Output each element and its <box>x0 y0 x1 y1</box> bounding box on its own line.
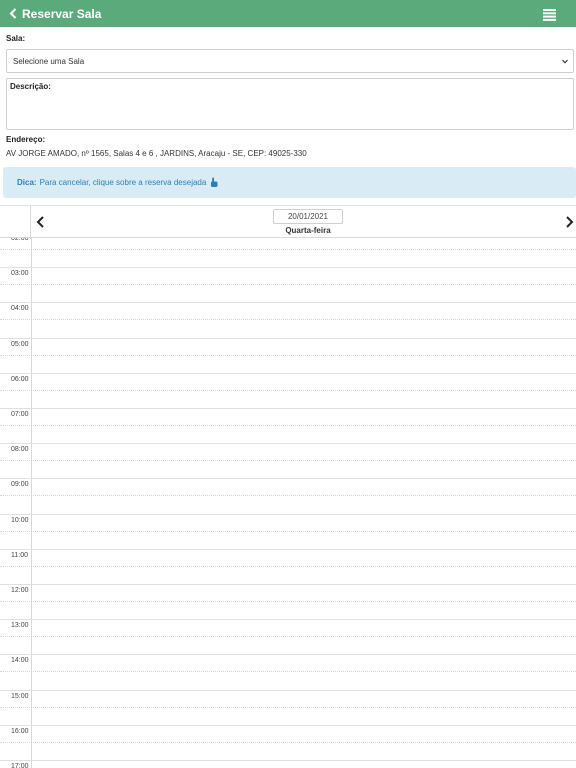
time-slot: 15:00 <box>0 689 576 725</box>
time-label: 11:00 <box>11 551 28 559</box>
time-slot-cell[interactable] <box>32 409 576 443</box>
time-slot-cell[interactable] <box>32 374 576 408</box>
time-label: 08:00 <box>11 446 29 454</box>
time-slot-cell[interactable] <box>32 761 576 768</box>
time-label: 16:00 <box>11 727 29 735</box>
time-slot: 12:00 <box>0 584 576 619</box>
time-slot: 02:00 <box>0 238 576 267</box>
time-slot-cell[interactable] <box>32 238 576 267</box>
time-slot: 06:00 <box>0 372 576 408</box>
time-slot-cell[interactable] <box>32 444 576 478</box>
page-title: Reservar Sala <box>22 6 102 21</box>
time-slot: 16:00 <box>0 724 576 760</box>
time-label: 14:00 <box>11 657 29 665</box>
time-slot-cell[interactable] <box>32 620 576 654</box>
time-slot-cell[interactable] <box>32 479 576 513</box>
menu-button[interactable] <box>543 8 556 21</box>
time-slot: 10:00 <box>0 513 576 549</box>
time-slot: 08:00 <box>0 443 576 478</box>
time-label: 05:00 <box>11 340 29 348</box>
chevron-left-icon <box>9 8 17 19</box>
back-button[interactable] <box>4 0 22 27</box>
time-slot: 13:00 <box>0 619 576 654</box>
time-label: 13:00 <box>11 622 29 630</box>
time-label: 17:00 <box>11 763 29 768</box>
next-day-button[interactable] <box>564 215 576 229</box>
time-label: 07:00 <box>11 411 29 418</box>
time-slot: 03:00 <box>0 267 576 302</box>
time-slot-cell[interactable] <box>32 550 576 584</box>
time-label: 02:00 <box>11 238 29 242</box>
time-slot: 07:00 <box>0 408 576 443</box>
time-slot-cell[interactable] <box>32 339 576 373</box>
sala-select[interactable]: Selecione uma Sala <box>6 49 574 73</box>
time-slot-cell[interactable] <box>32 268 576 302</box>
endereco-label: Endereço: <box>6 135 46 144</box>
pointing-hand-icon <box>211 177 218 187</box>
tip-banner: Dica: Para cancelar, clique sobre a rese… <box>3 167 576 198</box>
time-label: 15:00 <box>11 692 29 700</box>
date-input[interactable]: 20/01/2021 <box>273 209 343 224</box>
time-label: 10:00 <box>11 516 29 524</box>
time-slot: 17:00 <box>0 760 576 768</box>
date-navigation: 20/01/2021 Quarta-feira <box>0 205 576 239</box>
time-slot: 04:00 <box>0 302 576 337</box>
endereco-value: AV JORGE AMADO, nº 1565, Salas 4 e 6 , J… <box>6 149 307 158</box>
time-slot: 05:00 <box>0 337 576 373</box>
time-slot: 11:00 <box>0 548 576 584</box>
time-slot-cell[interactable] <box>32 303 576 337</box>
time-slot: 09:00 <box>0 478 576 513</box>
tip-text: Para cancelar, clique sobre a reserva de… <box>39 178 207 187</box>
time-label: 09:00 <box>11 481 29 489</box>
hamburger-menu-icon <box>543 9 556 21</box>
weekday-label: Quarta-feira <box>285 226 331 235</box>
descricao-field[interactable]: Descrição: <box>6 78 574 130</box>
time-slot-cell[interactable] <box>32 515 576 549</box>
tip-label: Dica: <box>17 178 37 187</box>
chevron-right-icon <box>566 216 574 228</box>
sala-select-value: Selecione uma Sala <box>13 56 85 66</box>
time-column-header <box>0 206 31 239</box>
time-label: 12:00 <box>11 587 29 594</box>
time-slot: 14:00 <box>0 654 576 689</box>
app-header: Reservar Sala <box>0 0 576 27</box>
descricao-label: Descrição: <box>10 82 51 91</box>
time-label: 03:00 <box>11 270 29 278</box>
chevron-left-icon <box>36 216 44 228</box>
previous-day-button[interactable] <box>35 215 47 229</box>
time-slot-cell[interactable] <box>32 655 576 689</box>
day-schedule-grid: 02:00 03:00 04:00 05:00 06:00 07:00 08:00 09:00… <box>0 238 576 768</box>
time-slot-cell[interactable] <box>32 726 576 760</box>
time-label: 06:00 <box>11 375 29 383</box>
time-slot-cell[interactable] <box>32 585 576 619</box>
sala-label: Sala: <box>6 34 26 43</box>
chevron-down-icon <box>562 59 568 64</box>
time-slot-cell[interactable] <box>32 691 576 725</box>
time-label: 04:00 <box>11 305 29 313</box>
